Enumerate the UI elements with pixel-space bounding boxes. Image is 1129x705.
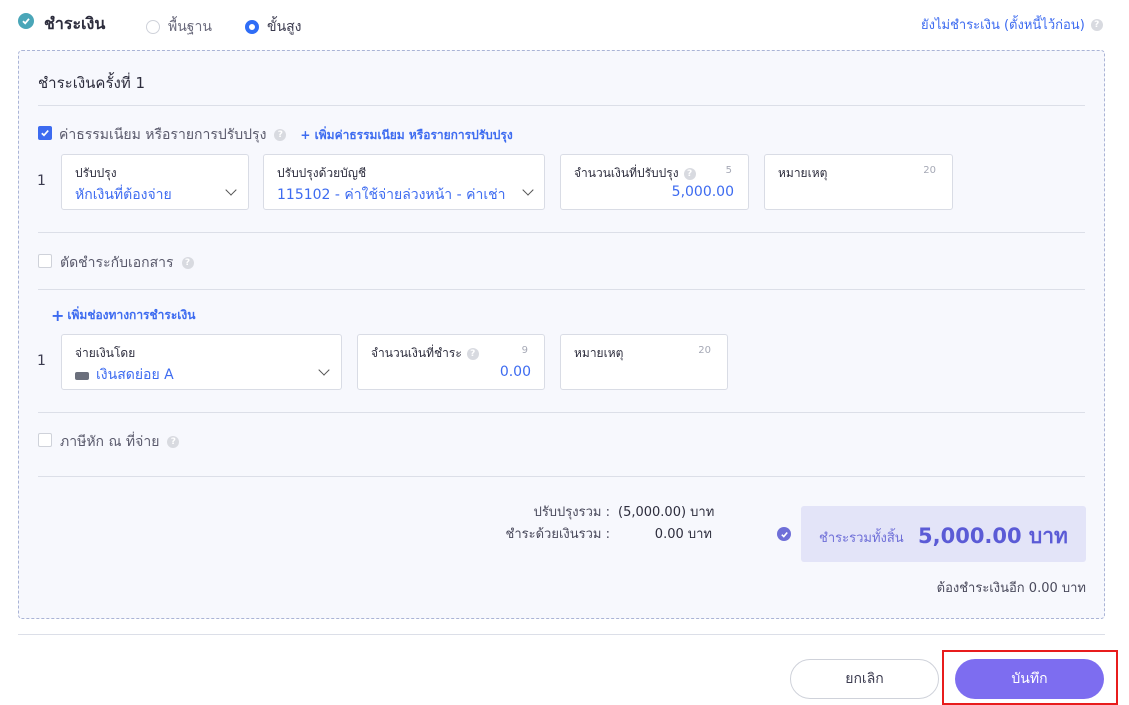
radio-advanced[interactable] <box>245 20 259 34</box>
mode-advanced-option[interactable]: ขั้นสูง <box>245 16 302 38</box>
divider <box>38 289 1085 290</box>
section-title: ชำระเงิน <box>44 14 106 33</box>
divider <box>38 105 1085 106</box>
petty-cash-icon <box>75 372 89 380</box>
chevron-down-icon <box>225 184 237 196</box>
adjust-total-value: (5,000.00) บาท <box>618 505 715 520</box>
add-channel-label: เพิ่มช่องทางการชำระเงิน <box>67 308 196 322</box>
remaining-text: ต้องชำระเงินอีก 0.00 บาท <box>936 581 1086 596</box>
radio-basic[interactable] <box>146 20 160 34</box>
chevron-down-icon <box>522 184 534 196</box>
help-icon[interactable]: ? <box>683 167 696 180</box>
mode-basic-label: พื้นฐาน <box>168 19 212 35</box>
fee-note-label: หมายเหตุ <box>778 166 828 180</box>
paid-amount-input[interactable]: จำนวนเงินที่ชำระ ? 9 0.00 <box>357 334 545 390</box>
mode-advanced-label: ขั้นสูง <box>267 19 302 35</box>
payment-title: ชำระเงินครั้งที่ 1 <box>38 74 146 92</box>
divider <box>38 476 1085 477</box>
footer-divider <box>18 634 1105 635</box>
adjust-amount-label: จำนวนเงินที่ปรับปรุง <box>574 166 679 180</box>
offset-docs-checkbox[interactable] <box>38 254 52 268</box>
char-count: 9 <box>521 345 528 356</box>
help-icon[interactable]: ? <box>181 257 194 269</box>
unpaid-link[interactable]: ยังไม่ชำระเงิน (ตั้งหนี้ไว้ก่อน) <box>921 14 1085 35</box>
pay-by-label: จ่ายเงินโดย <box>75 346 136 360</box>
pay-by-value: เงินสดย่อย A <box>96 367 174 383</box>
pay-by-select[interactable]: จ่ายเงินโดย เงินสดย่อย A <box>61 334 342 390</box>
adjust-account-value: 115102 - ค่าใช้จ่ายล่วงหน้า - ค่าเช่า <box>277 187 506 203</box>
check-circle-icon <box>777 527 791 541</box>
cancel-button[interactable]: ยกเลิก <box>790 659 939 699</box>
mode-basic-option[interactable]: พื้นฐาน <box>146 16 212 38</box>
help-icon[interactable]: ? <box>167 436 180 448</box>
fee-note-input[interactable]: หมายเหตุ 20 <box>764 154 953 210</box>
divider <box>38 412 1085 413</box>
channel-row-number: 1 <box>37 353 46 369</box>
grand-total-value: 5,000.00 บาท <box>918 524 1068 548</box>
add-fee-link[interactable]: + เพิ่มค่าธรรมเนียม หรือรายการปรับปรุง <box>300 126 512 145</box>
adjust-amount-input[interactable]: จำนวนเงินที่ปรับปรุง ? 5 5,000.00 <box>560 154 749 210</box>
chevron-down-icon <box>318 364 330 376</box>
char-count: 20 <box>923 165 936 176</box>
help-icon[interactable]: ? <box>274 129 287 141</box>
plus-icon: + <box>51 306 65 325</box>
adjust-total-label: ปรับปรุงรวม : <box>533 505 610 520</box>
grand-total-box: ชำระรวมทั้งสิ้น 5,000.00 บาท <box>801 506 1086 562</box>
help-icon[interactable]: ? <box>1090 18 1103 31</box>
paid-total-label: ชำระด้วยเงินรวม : <box>505 527 611 542</box>
payment-enabled-check-icon[interactable] <box>18 13 34 29</box>
paid-amount-value: 0.00 <box>499 364 531 380</box>
help-icon[interactable]: ? <box>466 347 479 360</box>
add-channel-link[interactable]: + เพิ่มช่องทางการชำระเงิน <box>51 306 195 325</box>
fees-checkbox[interactable] <box>38 126 52 140</box>
char-count: 5 <box>725 165 732 176</box>
adjust-type-select[interactable]: ปรับปรุง หักเงินที่ต้องจ่าย <box>61 154 249 210</box>
adjust-account-select[interactable]: ปรับปรุงด้วยบัญชี 115102 - ค่าใช้จ่ายล่ว… <box>263 154 545 210</box>
paid-amount-label: จำนวนเงินที่ชำระ <box>371 346 462 360</box>
offset-docs-label: ตัดชำระกับเอกสาร <box>60 255 174 271</box>
divider <box>38 232 1085 233</box>
channel-note-label: หมายเหตุ <box>574 346 624 360</box>
adjust-amount-value: 5,000.00 <box>671 184 734 200</box>
channel-note-input[interactable]: หมายเหตุ 20 <box>560 334 728 390</box>
adjust-type-value: หักเงินที่ต้องจ่าย <box>75 187 172 203</box>
char-count: 20 <box>698 345 711 356</box>
fees-label: ค่าธรรมเนียม หรือรายการปรับปรุง <box>59 127 267 143</box>
adjust-type-label: ปรับปรุง <box>75 166 117 180</box>
withholding-checkbox[interactable] <box>38 433 52 447</box>
withholding-label: ภาษีหัก ณ ที่จ่าย <box>60 434 160 450</box>
fee-row-number: 1 <box>37 173 46 189</box>
paid-total-value: 0.00 บาท <box>654 527 712 542</box>
save-button-highlight <box>942 650 1118 705</box>
grand-total-label: ชำระรวมทั้งสิ้น <box>819 531 904 546</box>
adjust-account-label: ปรับปรุงด้วยบัญชี <box>277 166 367 180</box>
